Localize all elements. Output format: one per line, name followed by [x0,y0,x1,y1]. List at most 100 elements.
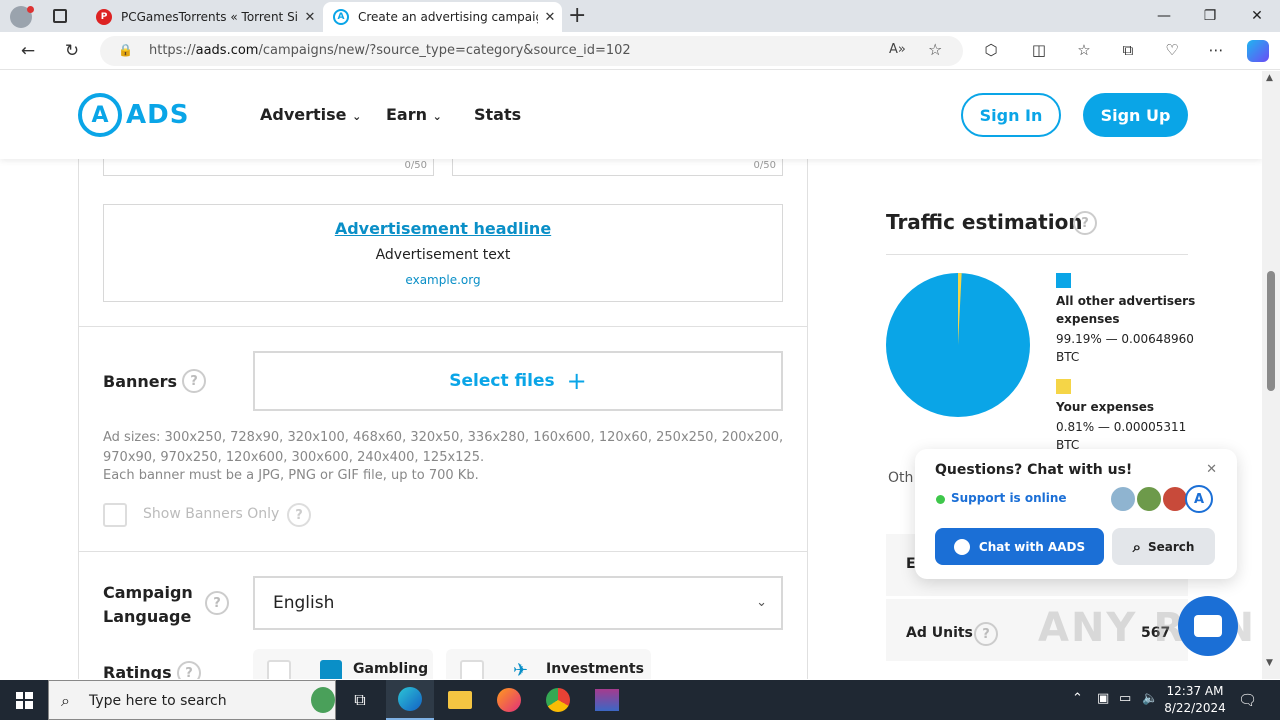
investments-checkbox[interactable] [460,660,484,679]
nav-earn[interactable]: Earn ⌄ [386,105,442,124]
chat-launcher-button[interactable] [1178,596,1238,656]
search-button-label: Search [1147,539,1195,554]
close-tab-icon[interactable]: ✕ [298,10,322,25]
network-icon[interactable]: ▭ [1119,691,1131,706]
nav-advertise[interactable]: Advertise ⌄ [260,105,361,124]
select-files-button[interactable]: Select files + [253,351,783,411]
chevron-down-icon: ⌄ [352,110,362,123]
chat-search-button[interactable]: ⌕ Search [1112,528,1215,565]
clock-time: 12:37 AM [1166,684,1224,698]
address-bar-row: ← ↻ 🔒 https://aads.com/campaigns/new/?so… [0,32,1280,70]
help-icon[interactable]: ? [177,661,201,679]
gambling-checkbox[interactable] [267,660,291,679]
preview-domain: example.org [405,273,481,287]
preview-text: Advertisement text [375,247,511,263]
language-select[interactable]: English ⌄ [253,576,783,630]
legend-others-value: 99.19% — 0.00648960 BTC [1056,332,1194,364]
legend-swatch-yours [1056,379,1071,394]
search-icon: ⌕ [61,691,70,710]
chat-icon [1194,615,1222,637]
windows-start-icon[interactable] [0,680,48,720]
chat-button-label: Chat with AADS [978,539,1086,554]
close-icon[interactable]: ✕ [1206,462,1217,477]
taskbar-clock[interactable]: 12:37 AM 8/22/2024 [1162,683,1228,717]
close-window-icon[interactable]: ✕ [1234,0,1280,32]
tab-actions-icon[interactable] [53,9,67,23]
tray-device-icon[interactable]: ▣ [1097,691,1109,706]
nav-stats[interactable]: Stats [474,105,521,124]
divider [79,551,807,552]
ad-units-label: Ad Units [906,625,973,641]
sign-in-button[interactable]: Sign In [961,93,1061,137]
notifications-icon[interactable]: 🗨 [1238,691,1257,709]
chrome-icon[interactable] [534,680,582,720]
traffic-estimation-title: Traffic estimation [886,210,1083,234]
show-banners-only-label: Show Banners Only [143,506,280,522]
browser-tab-strip: P PCGamesTorrents « Torrent Site f ✕ A C… [0,0,1280,32]
tab-create-campaign[interactable]: A Create an advertising campaign | ✕ [323,2,562,32]
sign-up-button[interactable]: Sign Up [1083,93,1188,137]
online-dot-icon [936,495,945,504]
aads-logo[interactable]: A ADS [78,93,189,137]
tab-pcgamestorrents[interactable]: P PCGamesTorrents « Torrent Site f ✕ [86,2,322,32]
tab-title: Create an advertising campaign | [358,10,538,24]
avatar [1109,485,1137,513]
edge-icon[interactable] [386,680,434,720]
performance-icon[interactable]: ♡ [1161,41,1183,59]
page-scrollbar[interactable]: ▲ ▼ [1262,71,1280,679]
minimize-icon[interactable]: — [1141,0,1187,32]
task-view-icon[interactable]: ⧉ [336,680,384,720]
show-banners-only-checkbox[interactable] [103,503,127,527]
preview-headline[interactable]: Advertisement headline [104,219,782,238]
back-icon[interactable]: ← [14,37,42,65]
chat-with-aads-button[interactable]: Chat with AADS [935,528,1104,565]
winrar-icon[interactable] [583,680,631,720]
divider [79,326,807,327]
search-icon: ⌕ [1132,537,1141,556]
investments-label: Investments [546,661,644,677]
file-explorer-icon[interactable] [436,680,484,720]
more-menu-icon[interactable]: ⋯ [1205,41,1227,59]
taskbar-search-placeholder: Type here to search [89,693,227,709]
refresh-icon[interactable]: ↻ [58,37,86,65]
help-icon[interactable]: ? [205,591,229,615]
divider [886,254,1188,255]
scroll-down-icon[interactable]: ▼ [1266,658,1273,668]
select-files-label: Select files [449,371,555,391]
copilot-icon[interactable] [1247,40,1269,62]
close-tab-icon[interactable]: ✕ [538,10,562,25]
gambling-label: Gambling [353,661,429,677]
banner-format-note: Each banner must be a JPG, PNG or GIF fi… [103,468,479,483]
legend-swatch-others [1056,273,1071,288]
chat-widget: Questions? Chat with us! ✕ Support is on… [915,449,1237,579]
url-text: https://aads.com/campaigns/new/?source_t… [149,43,631,58]
extensions-icon[interactable]: ⬡ [980,41,1002,59]
restore-icon[interactable]: ❐ [1187,0,1233,32]
chat-question: Questions? Chat with us! [935,462,1133,478]
chevron-down-icon: ⌄ [432,110,442,123]
banners-label: Banners [103,372,178,391]
split-screen-icon[interactable]: ◫ [1028,41,1050,59]
read-aloud-icon[interactable]: A» [889,42,906,57]
collections-icon[interactable]: ⧉ [1117,41,1139,59]
help-icon[interactable]: ? [1073,211,1097,235]
favorite-star-icon[interactable]: ☆ [928,40,942,59]
clock-date: 8/22/2024 [1164,701,1226,715]
tray-overflow-icon[interactable]: ⌃ [1072,691,1083,706]
new-tab-button[interactable]: + [568,3,586,28]
help-icon[interactable]: ? [974,622,998,646]
url-field[interactable]: 🔒 https://aads.com/campaigns/new/?source… [100,36,963,66]
scrollbar-thumb[interactable] [1267,271,1275,391]
avatar [1135,485,1163,513]
dice-icon [320,660,342,679]
help-icon[interactable]: ? [287,503,311,527]
tab-title: PCGamesTorrents « Torrent Site f [121,10,298,24]
volume-icon[interactable]: 🔈 [1142,691,1158,706]
char-counter: 0/50 [404,160,427,171]
favorites-icon[interactable]: ☆ [1073,41,1095,59]
firefox-icon[interactable] [485,680,533,720]
help-icon[interactable]: ? [182,369,206,393]
taskbar-search[interactable]: ⌕ Type here to search [48,680,336,720]
scroll-up-icon[interactable]: ▲ [1266,73,1273,83]
chat-bubble-icon [953,538,970,555]
